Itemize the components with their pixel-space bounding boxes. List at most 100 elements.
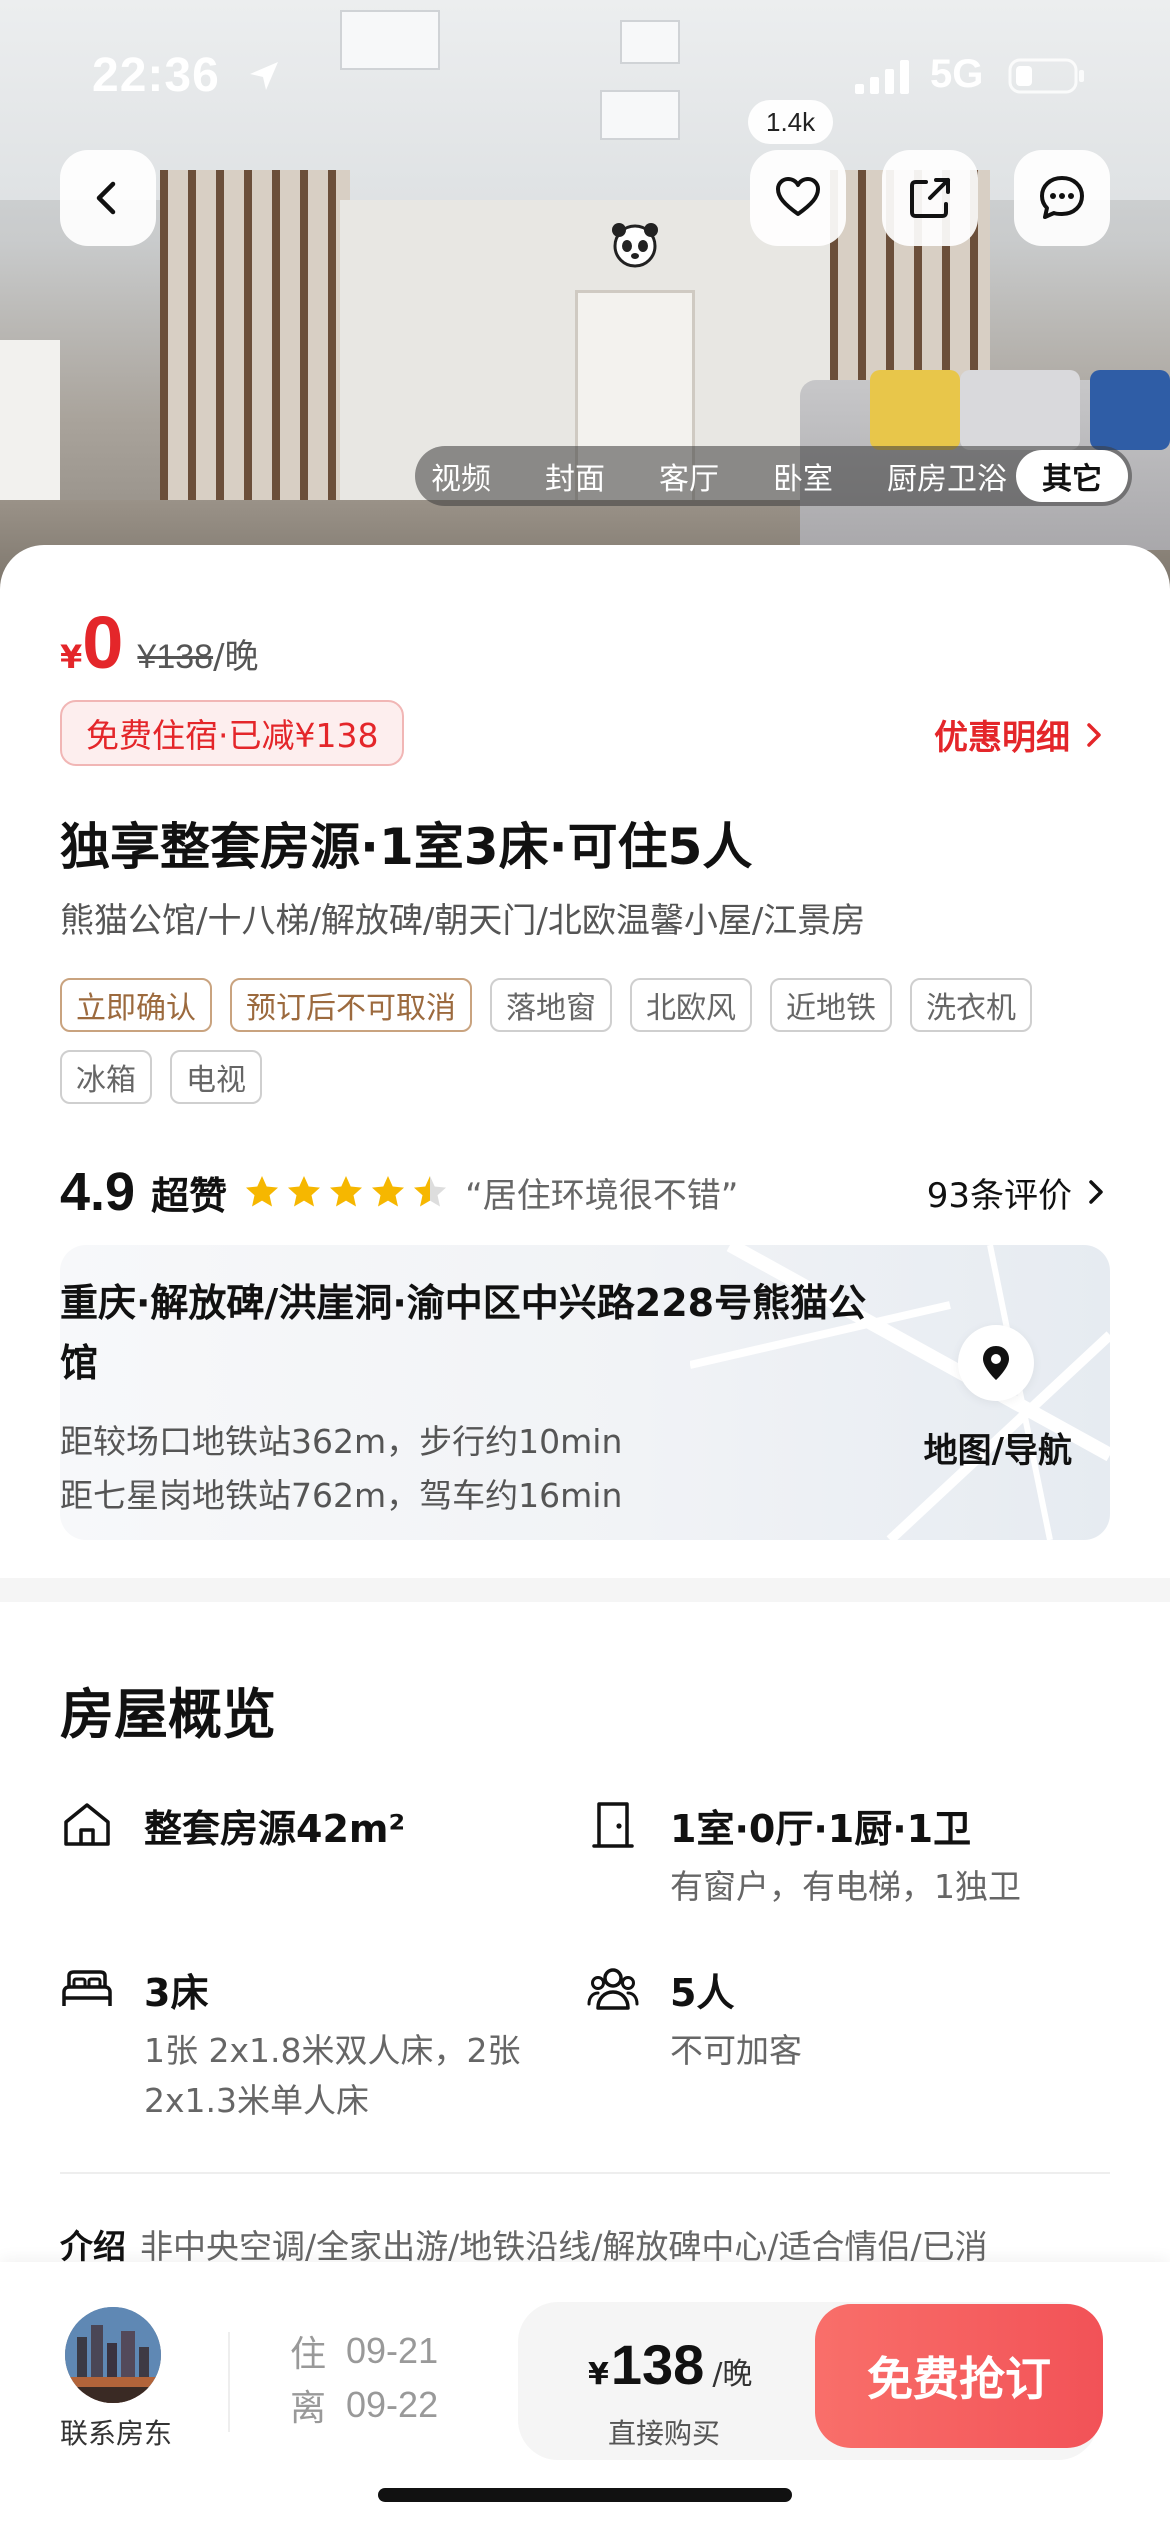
tag-fridge: 冰箱 — [60, 1050, 152, 1104]
home-indicator — [378, 2488, 792, 2502]
review-count-link[interactable]: 93条评价 — [927, 1168, 1110, 1217]
feature-tags: 立即确认 预订后不可取消 落地窗 北欧风 近地铁 洗衣机 冰箱 电视 — [60, 978, 1120, 1104]
pillow — [960, 370, 1080, 450]
heart-icon — [776, 177, 820, 216]
hero-photo[interactable]: 22:36 5G 1.4k 视频 封面 客厅 卧室 厨房卫浴 其它 — [0, 0, 1170, 600]
listing-title: 独享整套房源·1室3床·可住5人 — [60, 818, 753, 876]
map-navigation-label[interactable]: 地图/导航 — [924, 1423, 1072, 1472]
rating-stars — [243, 1173, 449, 1211]
location-arrow-icon — [250, 62, 278, 90]
star-icon — [288, 1176, 321, 1207]
review-quote: “居住环境很不错” — [465, 1175, 739, 1216]
chat-bubble-icon — [1040, 176, 1084, 219]
tag-floor-window: 落地窗 — [490, 978, 612, 1032]
like-count-badge: 1.4k — [748, 100, 834, 144]
photo-tab-living-room[interactable]: 客厅 — [659, 454, 719, 498]
contact-host-label[interactable]: 联系房东 — [60, 2412, 172, 2452]
section-divider — [0, 1578, 1170, 1602]
buy-price-unit: /晚 — [712, 2357, 753, 2392]
tag-near-metro: 近地铁 — [770, 978, 892, 1032]
photo-tab-video[interactable]: 视频 — [431, 454, 491, 498]
review-count-label: 93条评价 — [926, 1175, 1072, 1216]
checkout-date: 09-22 — [346, 2384, 439, 2425]
tag-washer: 洗衣机 — [910, 978, 1032, 1032]
city-skyline-image — [65, 2307, 161, 2403]
favorite-button[interactable] — [750, 150, 846, 246]
address-title: 重庆·解放碑/洪崖洞·渝中区中兴路228号熊猫公馆 — [60, 1281, 867, 1385]
checkout-key: 离 — [290, 2388, 327, 2429]
price-unit: /晚 — [213, 637, 259, 677]
checkout-row: 离 09-22 — [290, 2378, 438, 2432]
price-currency: ¥ — [60, 638, 83, 676]
buy-price-value: 138 — [610, 2333, 705, 2396]
share-button[interactable] — [882, 150, 978, 246]
battery-icon — [1008, 58, 1084, 94]
network-label: 5G — [930, 52, 984, 96]
overview-title: 房屋概览 — [60, 1683, 276, 1746]
map-pin-button[interactable] — [958, 1325, 1034, 1401]
bottom-separator — [228, 2332, 230, 2432]
host-avatar[interactable] — [65, 2307, 161, 2403]
pillow — [1090, 370, 1170, 450]
intro-text: 非中央空调/全家出游/地铁沿线/解放碑中心/适合情侣/已消 — [140, 2227, 988, 2266]
free-book-button[interactable]: 免费抢订 — [815, 2304, 1103, 2448]
star-icon — [330, 1176, 363, 1207]
checkin-key: 住 — [290, 2334, 327, 2375]
chevron-left-icon — [96, 181, 116, 215]
chevron-right-icon — [1089, 1180, 1103, 1204]
intro-label: 介绍 — [60, 2227, 126, 2266]
chevron-right-icon — [1087, 722, 1101, 747]
metro-distance-1: 距较场口地铁站362m，步行约10min — [60, 1422, 623, 1461]
price-row: ¥ 0 ¥138 /晚 — [60, 600, 259, 685]
overview-area-text: 整套房源42m² — [144, 1807, 406, 1851]
tag-non-refundable: 预订后不可取消 — [230, 978, 472, 1032]
offer-details-link[interactable]: 优惠明细 — [934, 710, 1108, 759]
price-current: 0 — [82, 601, 124, 684]
metro-distance-2: 距七星岗地铁站762m，驾车约16min — [60, 1476, 623, 1515]
status-bar: 22:36 5G — [0, 0, 1170, 150]
wood-slats — [160, 170, 350, 530]
direct-buy-label: 直接购买 — [608, 2417, 721, 2450]
tag-nordic-style: 北欧风 — [630, 978, 752, 1032]
pillow — [870, 370, 960, 450]
star-icon — [246, 1176, 279, 1207]
share-icon — [910, 178, 950, 218]
offer-details-label: 优惠明细 — [934, 718, 1070, 758]
location-pin-icon — [983, 1346, 1009, 1380]
photo-category-tabs: 视频 封面 客厅 卧室 厨房卫浴 其它 — [415, 446, 1132, 506]
house-icon — [64, 1803, 110, 1846]
tag-tv: 电视 — [170, 1050, 262, 1104]
overview-rooms-text: 1室·0厅·1厨·1卫 — [670, 1807, 972, 1851]
panda-logo — [612, 223, 658, 268]
listing-subtitle: 熊猫公馆/十八梯/解放碑/朝天门/北欧温馨小屋/江景房 — [60, 901, 866, 941]
photo-tab-bedroom[interactable]: 卧室 — [773, 454, 833, 498]
back-button[interactable] — [60, 150, 156, 246]
checkin-date: 09-21 — [346, 2330, 439, 2371]
buy-price-currency: ¥ — [588, 2357, 609, 2392]
reception-desk — [0, 340, 60, 500]
rating-level: 超赞 — [151, 1173, 228, 1218]
half-star-icon — [414, 1176, 447, 1207]
message-button[interactable] — [1014, 150, 1110, 246]
photo-tab-other[interactable]: 其它 — [1016, 450, 1128, 502]
overview-beds-text: 3床 — [144, 1971, 209, 2015]
rating-score: 4.9 — [60, 1162, 136, 1222]
photo-tab-kitchen-bath[interactable]: 厨房卫浴 — [887, 454, 1007, 498]
people-icon — [587, 1968, 639, 2010]
overview-rooms-detail: 有窗户，有电梯，1独卫 — [670, 1867, 1021, 1906]
price-original: ¥138 — [137, 638, 214, 676]
star-icon — [372, 1176, 405, 1207]
tag-instant-confirm: 立即确认 — [60, 978, 212, 1032]
signal-icon — [855, 60, 909, 94]
photo-tab-cover[interactable]: 封面 — [545, 454, 605, 498]
intro-row[interactable]: 介绍 非中央空调/全家出游/地铁沿线/解放碑中心/适合情侣/已消 — [60, 2220, 1170, 2268]
address-card[interactable]: 重庆·解放碑/洪崖洞·渝中区中兴路228号熊猫公馆 距较场口地铁站362m，步行… — [60, 1245, 1110, 1540]
overview-beds-detail: 1张 2x1.8米双人床，2张 2x1.3米单人床 — [144, 2031, 521, 2120]
checkin-row: 住 09-21 — [290, 2324, 438, 2378]
stay-dates[interactable]: 住 09-21 离 09-22 — [290, 2324, 438, 2432]
listing-card: ¥ 0 ¥138 /晚 免费住宿·已减¥138 优惠明细 独享整套房源·1室3床… — [0, 545, 1170, 1580]
status-time: 22:36 — [92, 49, 220, 102]
buy-price: ¥ 138 /晚 — [588, 2332, 752, 2397]
rating-row[interactable]: 4.9 超赞 “居住环境很不错” 93条评价 — [60, 1157, 1110, 1227]
overview-guests-detail: 不可加客 — [670, 2031, 802, 2070]
